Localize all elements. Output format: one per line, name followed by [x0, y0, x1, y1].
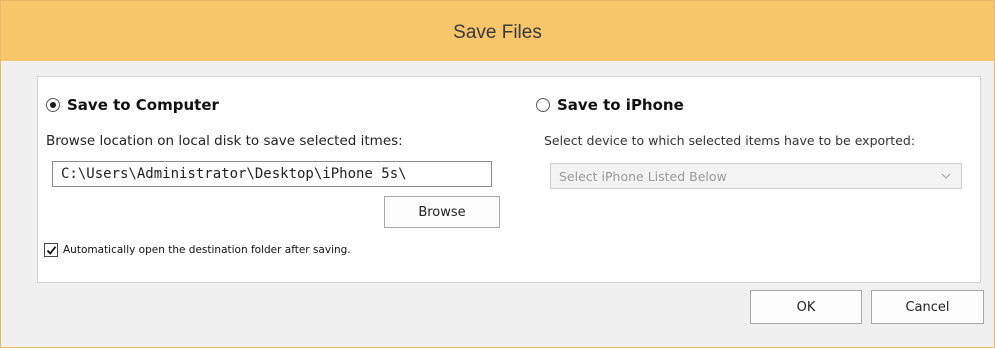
ok-button-label: OK: [796, 299, 816, 315]
browse-button-label: Browse: [418, 204, 466, 220]
device-select-value: Select iPhone Listed Below: [559, 168, 727, 184]
save-to-iphone-radio[interactable]: [536, 98, 550, 112]
dialog-title: Save Files: [453, 22, 542, 43]
save-files-dialog: Save Files Save to Computer Browse locat…: [0, 0, 995, 348]
save-to-iphone-option[interactable]: Save to iPhone: [536, 96, 684, 114]
browse-button[interactable]: Browse: [384, 196, 500, 228]
save-to-iphone-label: Save to iPhone: [557, 96, 684, 114]
title-bar[interactable]: Save Files: [1, 1, 994, 61]
save-to-computer-label: Save to Computer: [67, 96, 219, 114]
device-prompt: Select device to which selected items ha…: [544, 133, 916, 148]
options-panel: Save to Computer Browse location on loca…: [37, 76, 981, 283]
chevron-down-icon: [939, 169, 953, 183]
save-path-input[interactable]: [52, 161, 492, 187]
checkmark-icon: [46, 245, 56, 255]
browse-prompt: Browse location on local disk to save se…: [46, 133, 403, 149]
ok-button[interactable]: OK: [750, 290, 862, 324]
auto-open-label: Automatically open the destination folde…: [63, 244, 351, 256]
cancel-button-label: Cancel: [905, 299, 950, 315]
auto-open-checkbox[interactable]: [44, 243, 58, 257]
save-to-computer-option[interactable]: Save to Computer: [46, 96, 219, 114]
auto-open-option[interactable]: Automatically open the destination folde…: [44, 243, 351, 257]
cancel-button[interactable]: Cancel: [871, 290, 984, 324]
save-to-computer-radio[interactable]: [46, 98, 60, 112]
device-select[interactable]: Select iPhone Listed Below: [550, 163, 962, 189]
